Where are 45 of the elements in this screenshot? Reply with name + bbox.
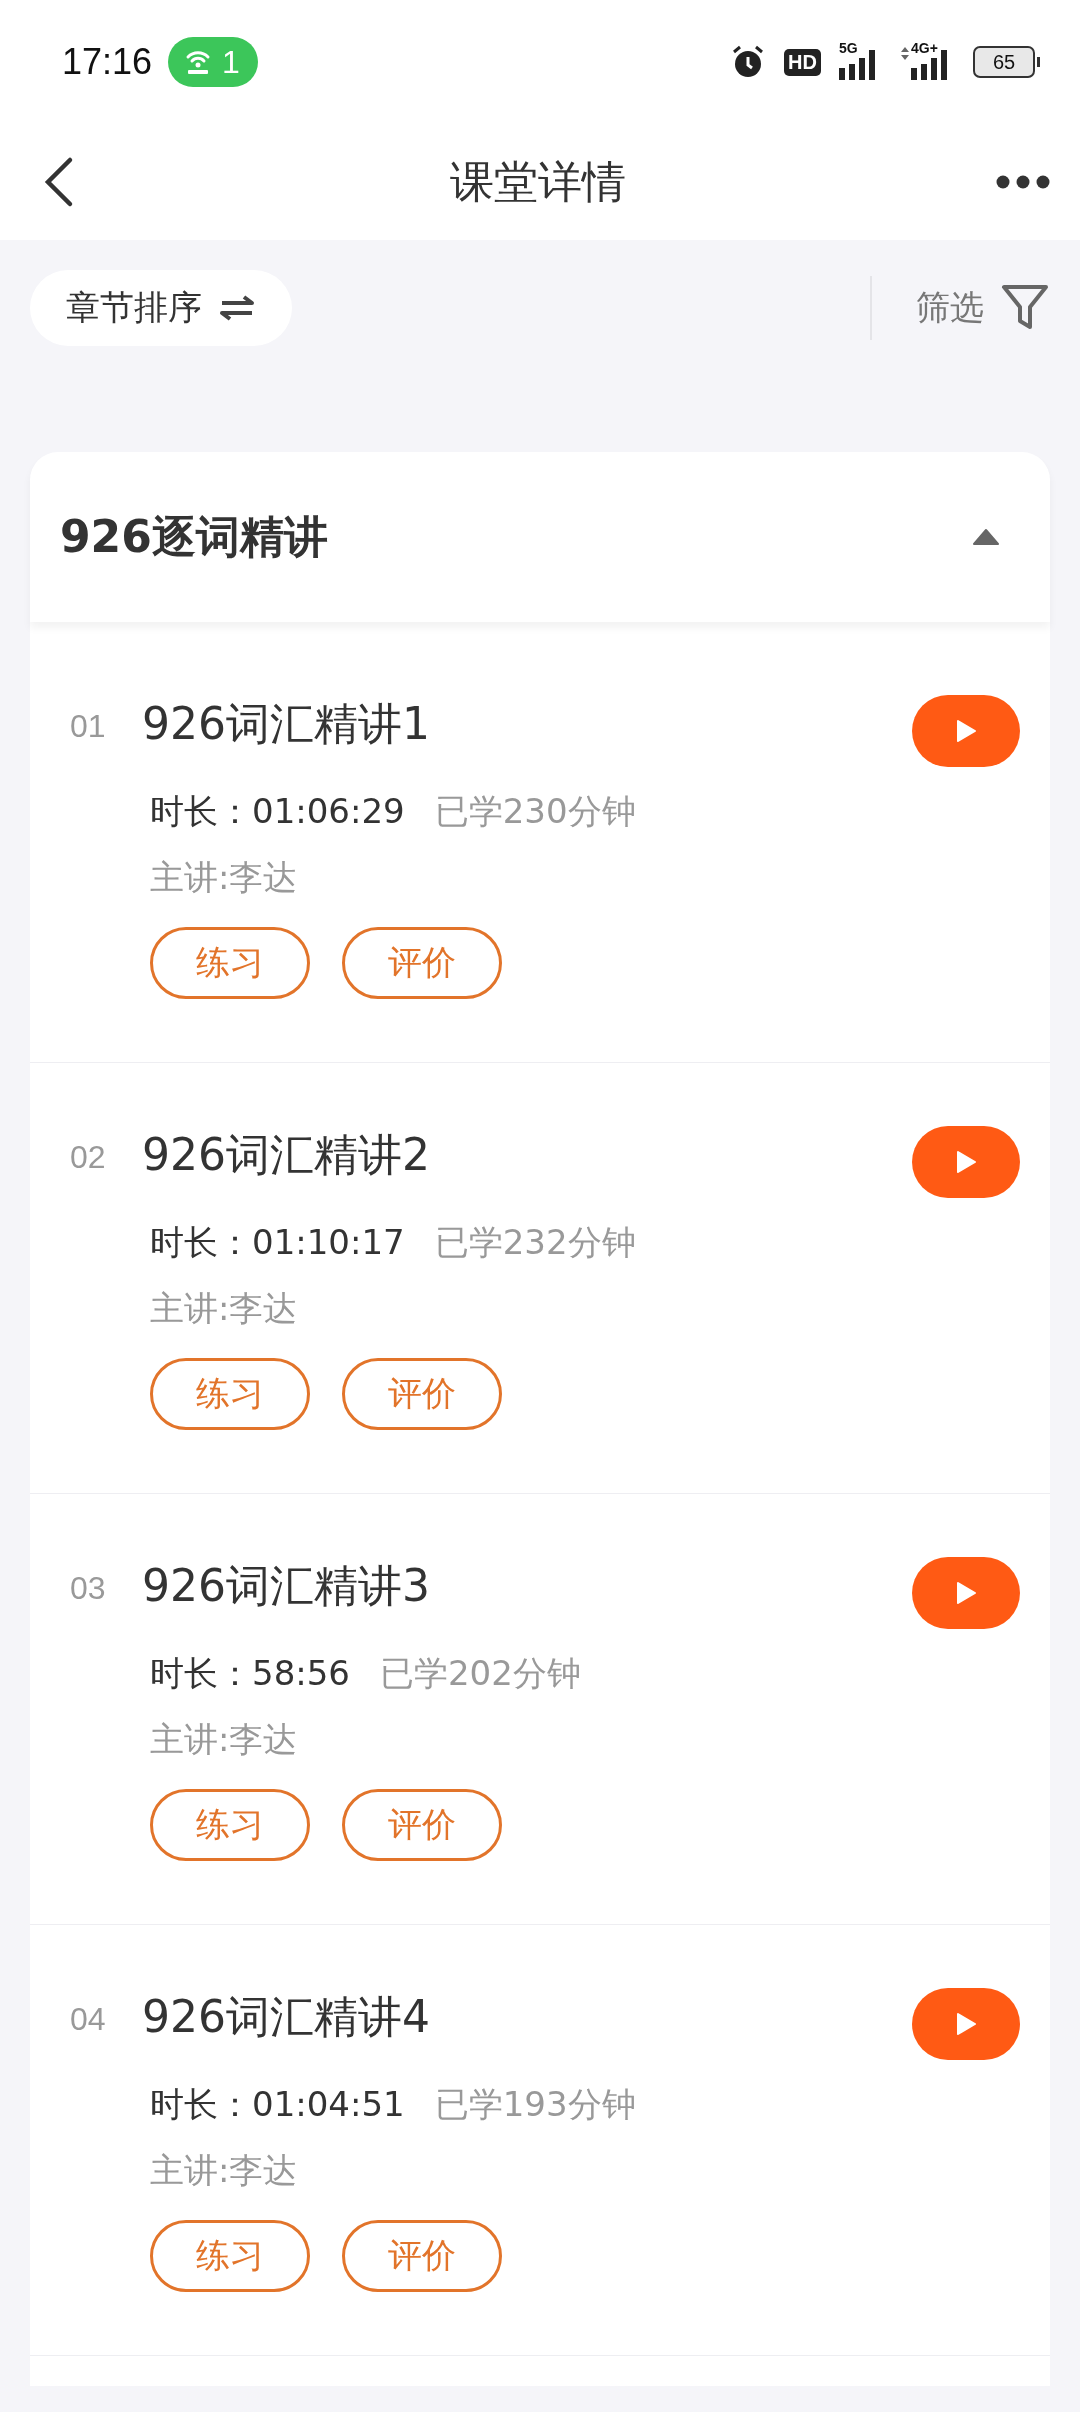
studied-text: 已学193分钟 bbox=[434, 2083, 636, 2126]
review-button[interactable]: 评价 bbox=[342, 1358, 502, 1430]
swap-icon bbox=[220, 295, 254, 321]
hd-voice-label: HD bbox=[784, 48, 821, 76]
network-label: 4G+ bbox=[911, 40, 938, 56]
collapse-button[interactable] bbox=[972, 526, 1000, 548]
lesson-title[interactable]: 926词汇精讲4 bbox=[142, 1987, 430, 2047]
more-button[interactable] bbox=[996, 174, 1050, 190]
studied-text: 已学202分钟 bbox=[380, 1652, 581, 1695]
lesson-number: 04 bbox=[69, 2000, 107, 2039]
status-time: 17:16 bbox=[62, 41, 153, 83]
review-button[interactable]: 评价 bbox=[342, 2220, 502, 2292]
lesson-number: 01 bbox=[69, 707, 107, 746]
play-icon bbox=[955, 719, 977, 743]
page-title: 课堂详情 bbox=[450, 154, 626, 209]
filter-button[interactable]: 筛选 bbox=[916, 283, 1050, 333]
practice-button[interactable]: 练习 bbox=[150, 1789, 310, 1861]
section-title: 926逐词精讲 bbox=[60, 509, 328, 564]
duration-text: 时长：01:06:29 bbox=[150, 790, 405, 833]
review-button[interactable]: 评价 bbox=[342, 927, 502, 999]
play-icon bbox=[955, 1581, 977, 1605]
hotspot-badge: 1 bbox=[168, 37, 258, 87]
practice-button[interactable]: 练习 bbox=[150, 2220, 310, 2292]
teacher-text: 主讲:李达 bbox=[149, 2149, 298, 2192]
sort-button[interactable]: 章节排序 bbox=[30, 270, 292, 346]
practice-button[interactable]: 练习 bbox=[150, 927, 310, 999]
play-icon bbox=[955, 1150, 977, 1174]
lesson-title[interactable]: 926词汇精讲1 bbox=[142, 694, 430, 754]
battery-level: 65 bbox=[973, 46, 1035, 78]
review-button[interactable]: 评价 bbox=[342, 1789, 502, 1861]
practice-button[interactable]: 练习 bbox=[150, 1358, 310, 1430]
lesson-title[interactable]: 926词汇精讲3 bbox=[142, 1556, 430, 1616]
play-icon bbox=[955, 2012, 977, 2036]
duration-text: 时长：01:04:51 bbox=[150, 2083, 405, 2126]
duration-text: 时长：01:10:17 bbox=[150, 1221, 405, 1264]
teacher-text: 主讲:李达 bbox=[149, 856, 298, 899]
studied-text: 已学230分钟 bbox=[434, 790, 636, 833]
duration-text: 时长：58:56 bbox=[150, 1652, 350, 1695]
lesson-title[interactable]: 926词汇精讲2 bbox=[142, 1125, 430, 1185]
network-label: 5G bbox=[839, 40, 858, 56]
lesson-number: 03 bbox=[69, 1569, 107, 1608]
lesson-number: 02 bbox=[69, 1138, 107, 1177]
studied-text: 已学232分钟 bbox=[434, 1221, 636, 1264]
teacher-text: 主讲:李达 bbox=[149, 1718, 298, 1761]
teacher-text: 主讲:李达 bbox=[149, 1287, 298, 1330]
